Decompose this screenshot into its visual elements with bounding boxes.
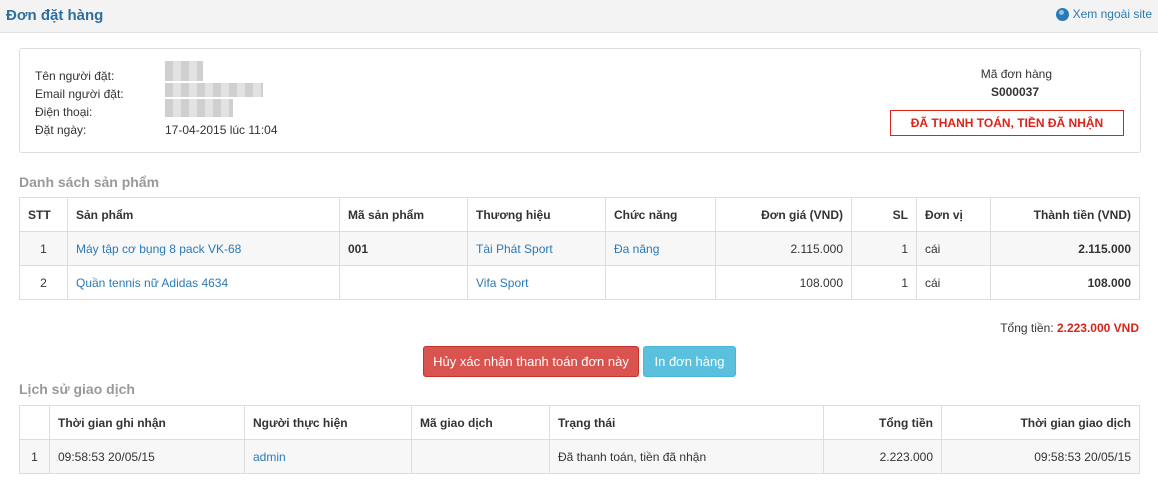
col-stt: STT bbox=[19, 197, 68, 232]
col-brand: Thương hiệu bbox=[467, 197, 606, 232]
col-transaction-code: Mã giao dịch bbox=[411, 405, 550, 440]
page-header: Đơn đặt hàng Xem ngoài site bbox=[0, 0, 1158, 33]
col-amount: Thành tiền (VND) bbox=[990, 197, 1140, 232]
products-header-row: STT Sản phẩm Mã sản phẩm Thương hiệu Chứ… bbox=[19, 197, 1140, 232]
brand-link[interactable]: Vifa Sport bbox=[467, 265, 606, 300]
products-table: STT Sản phẩm Mã sản phẩm Thương hiệu Chứ… bbox=[19, 197, 1140, 300]
total-value: 2.223.000 VND bbox=[1056, 321, 1139, 335]
product-link[interactable]: Quần tennis nữ Adidas 4634 bbox=[67, 265, 340, 300]
order-info-card: Tên người đặt: Email người đặt: Điện tho… bbox=[19, 48, 1141, 153]
unit: cái bbox=[916, 265, 991, 300]
redacted-email bbox=[165, 83, 263, 97]
customer-name-label: Tên người đặt: bbox=[35, 69, 115, 83]
view-site-label: Xem ngoài site bbox=[1072, 7, 1152, 21]
view-site-link[interactable]: Xem ngoài site bbox=[1055, 7, 1152, 21]
order-status-badge: ĐÃ THANH TOÁN, TIỀN ĐÃ NHẬN bbox=[890, 110, 1124, 136]
unit-price: 2.115.000 bbox=[715, 231, 852, 266]
transaction-time: 09:58:53 20/05/15 bbox=[941, 439, 1140, 474]
products-section-title: Danh sách sản phẩm bbox=[19, 174, 160, 190]
globe-icon bbox=[1055, 7, 1069, 21]
print-order-button[interactable]: In đơn hàng bbox=[643, 346, 736, 377]
history-section-title: Lịch sử giao dịch bbox=[19, 381, 135, 397]
history-table: Thời gian ghi nhận Người thực hiện Mã gi… bbox=[19, 405, 1140, 474]
product-code: 001 bbox=[339, 231, 468, 266]
function-link[interactable] bbox=[605, 265, 716, 300]
cancel-payment-button[interactable]: Hủy xác nhận thanh toán đơn này bbox=[423, 346, 639, 377]
redacted-name bbox=[165, 61, 203, 81]
table-row: 1 09:58:53 20/05/15 admin Đã thanh toán,… bbox=[19, 439, 1140, 474]
col-performer: Người thực hiện bbox=[244, 405, 412, 440]
table-row: 1 Máy tập cơ bụng 8 pack VK-68 001 Tài P… bbox=[19, 231, 1140, 266]
redacted-phone bbox=[165, 99, 233, 117]
customer-labels: Tên người đặt: Email người đặt: Điện tho… bbox=[35, 67, 124, 139]
order-date-value: 17-04-2015 lúc 11:04 bbox=[165, 123, 278, 137]
history-index: 1 bbox=[19, 439, 50, 474]
quantity: 1 bbox=[851, 265, 917, 300]
col-index bbox=[19, 405, 50, 440]
customer-phone-label: Điện thoại: bbox=[35, 105, 93, 119]
row-stt: 1 bbox=[19, 231, 68, 266]
transaction-code bbox=[411, 439, 550, 474]
order-total: Tổng tiền: 2.223.000 VND bbox=[1000, 321, 1139, 335]
col-function: Chức năng bbox=[605, 197, 716, 232]
recorded-time: 09:58:53 20/05/15 bbox=[49, 439, 245, 474]
col-qty: SL bbox=[851, 197, 917, 232]
order-date-label: Đặt ngày: bbox=[35, 123, 87, 137]
function-link[interactable]: Đa năng bbox=[605, 231, 716, 266]
col-unit-price: Đơn giá (VND) bbox=[715, 197, 852, 232]
unit: cái bbox=[916, 231, 991, 266]
total-label: Tổng tiền: bbox=[1000, 321, 1054, 335]
col-status: Trạng thái bbox=[549, 405, 824, 440]
page-title: Đơn đặt hàng bbox=[6, 7, 104, 24]
quantity: 1 bbox=[851, 231, 917, 266]
brand-link[interactable]: Tài Phát Sport bbox=[467, 231, 606, 266]
customer-email-label: Email người đặt: bbox=[35, 87, 124, 101]
product-link[interactable]: Máy tập cơ bụng 8 pack VK-68 bbox=[67, 231, 340, 266]
col-recorded-time: Thời gian ghi nhận bbox=[49, 405, 245, 440]
transaction-status: Đã thanh toán, tiền đã nhận bbox=[549, 439, 824, 474]
line-amount: 2.115.000 bbox=[990, 231, 1140, 266]
history-header-row: Thời gian ghi nhận Người thực hiện Mã gi… bbox=[19, 405, 1140, 440]
line-amount: 108.000 bbox=[990, 265, 1140, 300]
performer-link[interactable]: admin bbox=[244, 439, 412, 474]
order-code-label: Mã đơn hàng bbox=[980, 67, 1052, 81]
col-unit: Đơn vị bbox=[916, 197, 991, 232]
table-row: 2 Quần tennis nữ Adidas 4634 Vifa Sport … bbox=[19, 265, 1140, 300]
unit-price: 108.000 bbox=[715, 265, 852, 300]
order-code: S000037 bbox=[990, 85, 1039, 99]
col-transaction-time: Thời gian giao dịch bbox=[941, 405, 1140, 440]
col-product-code: Mã sản phẩm bbox=[339, 197, 468, 232]
row-stt: 2 bbox=[19, 265, 68, 300]
transaction-total: 2.223.000 bbox=[823, 439, 942, 474]
col-product: Sản phẩm bbox=[67, 197, 340, 232]
product-code bbox=[339, 265, 468, 300]
col-total: Tổng tiền bbox=[823, 405, 942, 440]
